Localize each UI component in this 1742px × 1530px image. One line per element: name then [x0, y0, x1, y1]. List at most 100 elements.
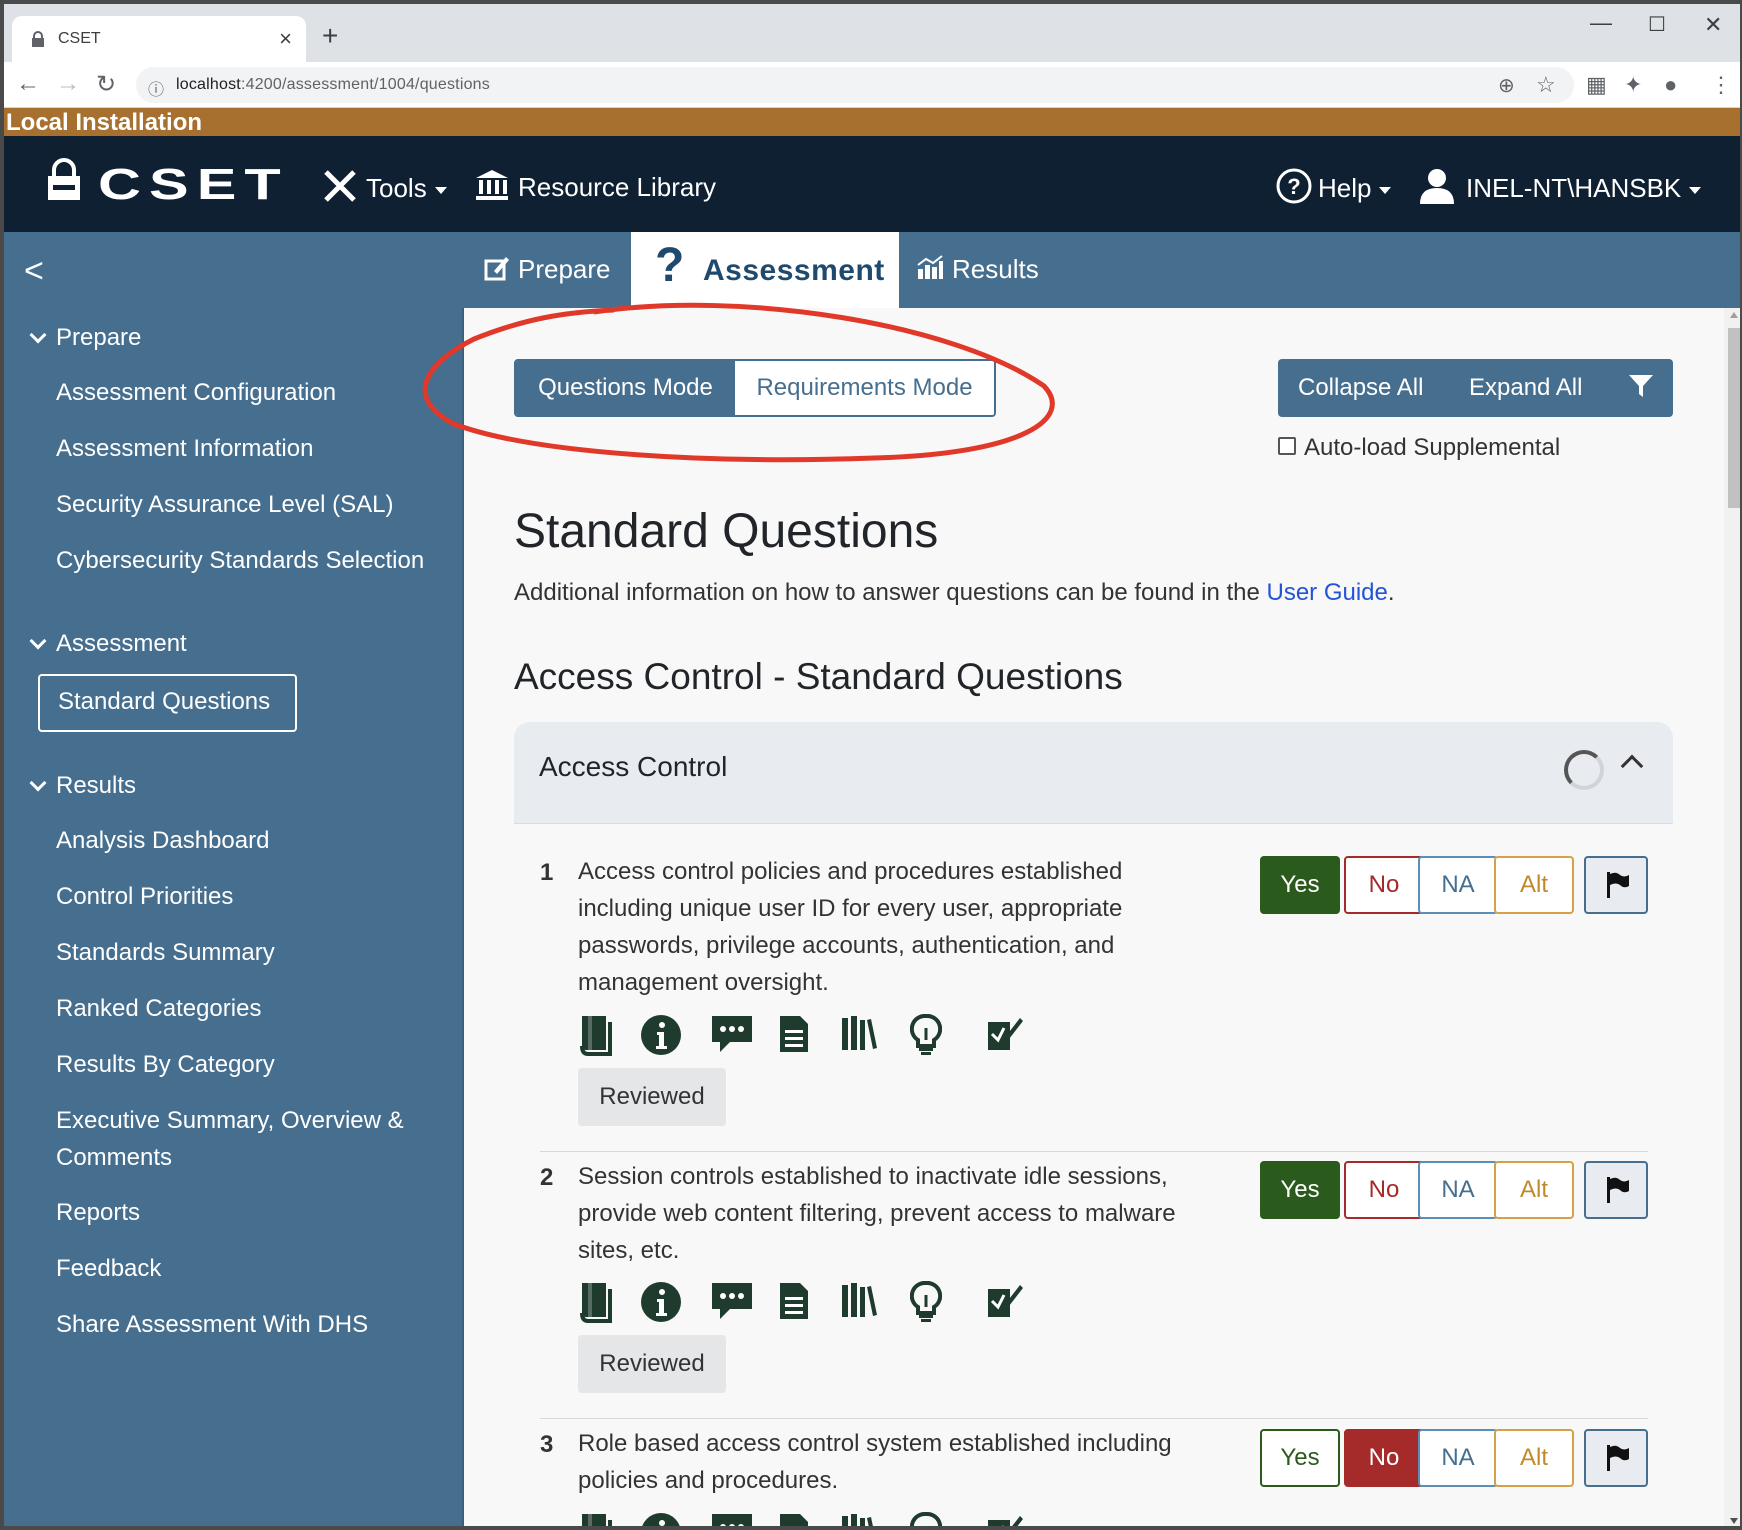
edit-icon — [484, 257, 509, 281]
sidebar-item-assessment-information[interactable]: Assessment Information — [56, 430, 313, 467]
comment-icon[interactable] — [710, 1014, 758, 1064]
reviewed-button[interactable]: Reviewed — [578, 1068, 726, 1126]
library-icon[interactable] — [840, 1014, 888, 1064]
url-input[interactable]: ⓘ localhost:4200/assessment/1004/questio… — [136, 67, 1574, 103]
question-number: 1 — [540, 859, 554, 886]
tools-menu[interactable]: Tools — [322, 170, 447, 208]
lightbulb-icon[interactable] — [909, 1013, 958, 1064]
user-menu[interactable]: INEL-NT\HANSBK — [1418, 169, 1702, 208]
close-window-button[interactable]: ✕ — [1704, 12, 1722, 38]
comment-icon[interactable] — [710, 1512, 758, 1526]
answer-na-button[interactable]: NA — [1418, 1161, 1498, 1219]
sidebar-item-sal[interactable]: Security Assurance Level (SAL) — [56, 486, 394, 523]
sidebar-item-executive-summary[interactable]: Executive Summary, Overview & Comments — [56, 1102, 436, 1176]
flag-button[interactable] — [1584, 1429, 1648, 1487]
answer-yes-button[interactable]: Yes — [1260, 1429, 1340, 1487]
reviewed-button[interactable]: Reviewed — [578, 1335, 726, 1393]
sidebar-collapse-chevron-icon[interactable]: < — [24, 252, 44, 291]
autoload-supplemental-checkbox[interactable]: Auto-load Supplemental — [1278, 434, 1560, 462]
flag-icon — [1607, 1445, 1629, 1471]
document-icon[interactable] — [778, 1014, 826, 1064]
questions-mode-button[interactable]: Questions Mode — [516, 361, 735, 415]
sidebar-item-assessment-configuration[interactable]: Assessment Configuration — [56, 374, 336, 411]
sidebar-item-feedback[interactable]: Feedback — [56, 1250, 161, 1287]
lightbulb-icon[interactable] — [909, 1511, 958, 1526]
document-icon[interactable] — [778, 1281, 826, 1331]
answer-alt-button[interactable]: Alt — [1494, 1161, 1574, 1219]
mode-toggle-group: Questions Mode Requirements Mode — [514, 359, 996, 417]
cset-brand-logo[interactable]: CSET — [98, 160, 289, 210]
feedback-icon[interactable] — [984, 1281, 1032, 1331]
sidebar-group-prepare[interactable]: Prepare — [28, 324, 141, 352]
resource-library-link[interactable]: Resource Library — [474, 170, 716, 206]
sidebar-item-ranked-categories[interactable]: Ranked Categories — [56, 990, 261, 1027]
info-icon[interactable] — [640, 1014, 688, 1064]
category-header[interactable]: Access Control — [514, 722, 1673, 824]
maximize-button[interactable]: ☐ — [1648, 12, 1666, 37]
minimize-button[interactable]: — — [1590, 10, 1612, 36]
answer-yes-button[interactable]: Yes — [1260, 1161, 1340, 1219]
answer-alt-button[interactable]: Alt — [1494, 1429, 1574, 1487]
answer-no-button[interactable]: No — [1344, 856, 1424, 914]
answer-no-button[interactable]: No — [1344, 1429, 1424, 1487]
site-info-icon[interactable]: ⓘ — [148, 76, 164, 100]
question-text: Session controls established to inactiva… — [578, 1163, 1176, 1264]
expand-all-button[interactable]: Expand All — [1469, 374, 1582, 402]
answer-na-button[interactable]: NA — [1418, 1429, 1498, 1487]
tab-assessment[interactable]: ? Assessment — [631, 232, 899, 308]
collapse-all-button[interactable]: Collapse All — [1298, 374, 1423, 402]
library-icon[interactable] — [840, 1281, 888, 1331]
tab-results[interactable]: Results — [916, 254, 1039, 285]
sidebar-item-results-by-category[interactable]: Results By Category — [56, 1046, 275, 1083]
answer-na-button[interactable]: NA — [1418, 856, 1498, 914]
sidebar-item-standards-summary[interactable]: Standards Summary — [56, 934, 275, 971]
zoom-icon[interactable]: ⊕ — [1498, 73, 1515, 98]
checkbox[interactable] — [1278, 436, 1296, 455]
new-tab-button[interactable]: + — [322, 20, 338, 52]
requirements-mode-button[interactable]: Requirements Mode — [735, 361, 994, 415]
flag-button[interactable] — [1584, 1161, 1648, 1219]
sidebar-group-results[interactable]: Results — [28, 772, 136, 800]
sidebar-item-standards-selection[interactable]: Cybersecurity Standards Selection — [56, 542, 424, 579]
lightbulb-icon[interactable] — [909, 1280, 958, 1331]
filter-icon[interactable] — [1628, 373, 1654, 399]
chevron-up-icon[interactable] — [1620, 754, 1644, 778]
answer-alt-button[interactable]: Alt — [1494, 856, 1574, 914]
sidebar-item-analysis-dashboard[interactable]: Analysis Dashboard — [56, 822, 269, 859]
book-icon[interactable] — [578, 1281, 626, 1331]
menu-kebab-icon[interactable]: ⋮ — [1710, 72, 1732, 98]
library-icon[interactable] — [840, 1512, 888, 1526]
bookmark-star-icon[interactable]: ☆ — [1536, 72, 1556, 98]
sidebar-item-share-assessment[interactable]: Share Assessment With DHS — [56, 1306, 368, 1343]
feedback-icon[interactable] — [984, 1512, 1032, 1526]
forward-arrow-icon[interactable]: → — [56, 70, 80, 98]
flag-icon — [1607, 1177, 1629, 1203]
feedback-icon[interactable] — [984, 1014, 1032, 1064]
help-menu[interactable]: ? Help — [1276, 168, 1392, 208]
info-icon[interactable] — [640, 1281, 688, 1331]
puzzle-icon[interactable]: ✦ — [1624, 72, 1642, 98]
answer-no-button[interactable]: No — [1344, 1161, 1424, 1219]
sidebar-item-control-priorities[interactable]: Control Priorities — [56, 878, 233, 915]
user-guide-link[interactable]: User Guide — [1266, 579, 1387, 606]
sidebar-item-reports[interactable]: Reports — [56, 1194, 140, 1231]
sidebar-item-standard-questions[interactable]: Standard Questions — [38, 674, 297, 732]
browser-tab[interactable]: CSET × — [12, 16, 306, 62]
vertical-scrollbar[interactable] — [1724, 308, 1740, 1526]
book-icon[interactable] — [578, 1014, 626, 1064]
padlock-logo-icon — [48, 158, 80, 200]
answer-yes-button[interactable]: Yes — [1260, 856, 1340, 914]
tab-close-button[interactable]: × — [279, 26, 292, 52]
info-icon[interactable] — [640, 1512, 688, 1526]
back-arrow-icon[interactable]: ← — [16, 70, 40, 98]
flag-button[interactable] — [1584, 856, 1648, 914]
tab-prepare[interactable]: Prepare — [484, 254, 611, 285]
comment-icon[interactable] — [710, 1281, 758, 1331]
document-icon[interactable] — [778, 1512, 826, 1526]
chevron-down-icon — [29, 632, 47, 650]
book-icon[interactable] — [578, 1512, 626, 1526]
extension-icon[interactable]: ▦ — [1586, 72, 1607, 98]
reload-icon[interactable]: ↻ — [96, 70, 116, 99]
profile-icon[interactable]: ● — [1664, 72, 1677, 98]
sidebar-group-assessment[interactable]: Assessment — [28, 630, 187, 658]
